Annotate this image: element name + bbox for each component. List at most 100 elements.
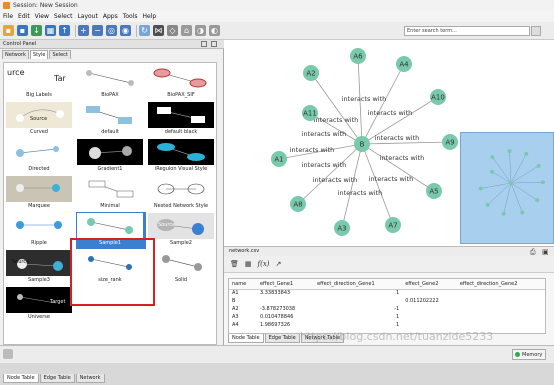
minimize-panel-icon[interactable] [211,41,217,47]
network-node[interactable]: A4 [396,56,412,72]
menu-view[interactable]: View [35,13,49,20]
style-option[interactable]: urce Tar Big Labels [5,64,75,101]
edge-label: interacts with [302,161,347,169]
cell [457,305,545,313]
export-icon[interactable]: ↑ [59,25,70,36]
edge[interactable] [361,141,451,145]
style-option[interactable]: Solid [147,249,216,286]
preview-target-text: Target [50,299,66,305]
cell [402,289,457,297]
table-row[interactable]: A1 3.33833843 1 [229,289,545,297]
tab-network-left[interactable]: Network [75,374,105,383]
float-panel-icon[interactable] [201,41,207,47]
svg-text:A11: A11 [303,110,317,118]
network-canvas[interactable]: interacts with interacts with interacts wi… [224,40,554,246]
memory-button[interactable]: Memory [512,349,546,360]
network-node[interactable]: A9 [442,134,458,150]
style-option[interactable]: Minimal [76,175,146,212]
zoom-fit-icon[interactable]: ◎ [106,25,117,36]
network-node[interactable]: A10 [430,89,446,105]
cell [314,297,402,305]
menu-apps[interactable]: Apps [103,13,118,20]
style-label: Ripple [31,240,47,246]
open-session-icon[interactable]: ▪ [3,25,14,36]
style-option[interactable]: Source Curved [5,101,75,138]
first-neighbors-icon[interactable]: ⋈ [153,25,164,36]
network-overview-panel[interactable] [460,132,554,244]
task-history-icon[interactable] [3,349,13,359]
import-table-icon[interactable]: ▦ [45,25,56,36]
style-option[interactable]: Nested Network Style [147,175,216,212]
column-header-effect-direction-gene1[interactable]: effect_direction_Gene1 [314,279,403,290]
tab-style[interactable]: Style [29,50,49,59]
edge[interactable] [361,63,405,145]
save-icon[interactable]: ▪ [17,25,28,36]
network-node[interactable]: B [354,136,370,152]
style-option[interactable]: BioPAX [76,64,146,101]
tab-select[interactable]: Select [49,50,71,59]
network-node[interactable]: A5 [426,183,442,199]
svg-text:A1: A1 [274,156,283,164]
network-node[interactable]: A2 [303,65,319,81]
tab-node-table-left[interactable]: Node Table [3,374,39,383]
style-option[interactable]: Marquee [5,175,75,212]
edge[interactable] [361,143,435,192]
style-option[interactable]: default [76,101,146,138]
menu-select[interactable]: Select [54,13,73,20]
network-node[interactable]: A1 [271,151,287,167]
style-option[interactable]: Gradient1 [76,138,146,175]
table-row[interactable]: A2 -3.878273038 -1 [229,305,545,313]
svg-text:A3: A3 [337,225,346,233]
style-option[interactable]: Target Universe [5,286,75,323]
network-node[interactable]: A8 [290,196,306,212]
delete-icon[interactable]: 🗑 [230,260,239,268]
import-network-icon[interactable]: ↓ [31,25,42,36]
style-option[interactable]: BioPAX_SIF [147,64,216,101]
show-icon[interactable]: ◐ [209,25,220,36]
column-header-effect-gene2[interactable]: effect_Gene2 [402,279,457,290]
style-option[interactable]: Source Sample3 [5,249,75,286]
search-options-button[interactable] [531,26,541,36]
table-row[interactable]: B 0.011202222 [229,297,545,305]
menu-edit[interactable]: Edit [18,13,30,20]
edge[interactable] [341,143,363,229]
hide-icon[interactable]: ◑ [195,25,206,36]
table-row[interactable]: A4 1.98697326 1 [229,321,545,329]
home-icon[interactable]: ⌂ [181,25,192,36]
style-preview: Source [6,102,72,128]
network-node[interactable]: A11 [302,105,318,121]
style-option[interactable]: Source Sample2 [147,212,216,249]
style-option[interactable]: Directed [5,138,75,175]
style-option[interactable]: iRegulon Visual Style [147,138,216,175]
tab-edge-table-left[interactable]: Edge Table [39,374,75,383]
style-option[interactable]: default black [147,101,216,138]
zoom-out-icon[interactable]: − [92,25,103,36]
refresh-icon[interactable]: ↻ [139,25,150,36]
menu-tools[interactable]: Tools [123,13,138,20]
tab-node-table[interactable]: Node Table [228,334,264,343]
column-header-name[interactable]: name [229,279,257,290]
style-option[interactable]: Ripple [5,212,75,249]
menu-help[interactable]: Help [142,13,156,20]
column-header-effect-gene1[interactable]: effect_Gene1 [256,279,315,290]
style-label: BioPAX_SIF [167,92,195,98]
export-table-icon[interactable]: ↗ [276,260,282,268]
zoom-in-icon[interactable]: + [78,25,89,36]
show-all-icon[interactable]: ◇ [167,25,178,36]
style-preview: Source [6,250,72,276]
column-header-effect-direction-gene2[interactable]: effect_direction_Gene2 [456,279,545,290]
network-node[interactable]: A3 [334,220,350,236]
network-node[interactable]: A7 [385,217,401,233]
network-node[interactable]: A6 [350,48,366,64]
zoom-selected-icon[interactable]: ◉ [120,25,131,36]
menu-file[interactable]: File [3,13,13,20]
function-builder-icon[interactable]: f(x) [258,260,270,268]
table-row[interactable]: A3 0.010478846 1 [229,313,545,321]
tab-edge-table[interactable]: Edge Table [264,334,300,343]
menu-layout[interactable]: Layout [77,13,97,20]
fit-view-icon[interactable]: ▣ [542,248,549,256]
search-input[interactable]: Enter search term... [404,26,530,36]
tab-network[interactable]: Network [2,50,29,59]
columns-icon[interactable]: ▦ [245,260,252,268]
cell [257,297,314,305]
